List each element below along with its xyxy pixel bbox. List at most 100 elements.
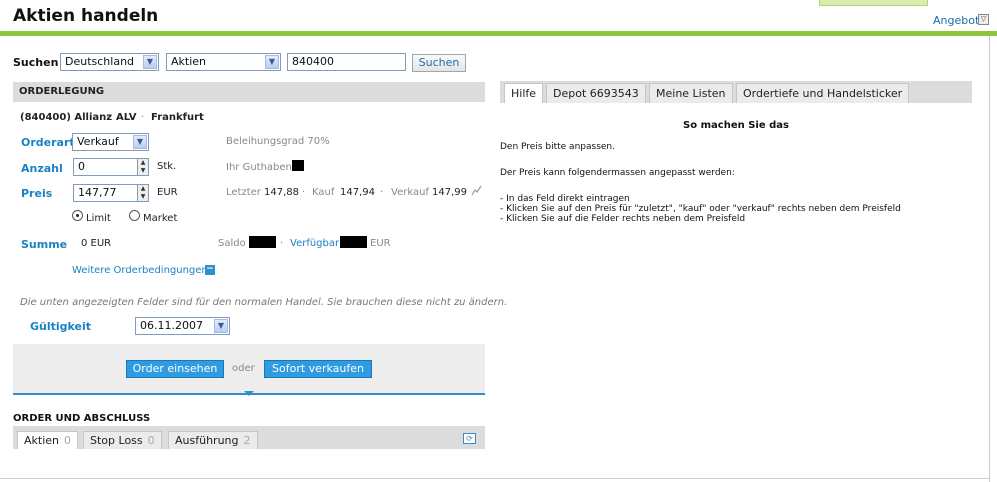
divider-caret (244, 391, 254, 396)
preis-label: Preis (21, 187, 53, 200)
orderart-label: Orderart (21, 136, 75, 149)
guthaben-redacted (292, 160, 304, 171)
tab-count: 2 (243, 434, 251, 447)
separator: · (141, 112, 145, 123)
anzahl-value: 0 (78, 160, 85, 173)
verfuegbar-label[interactable]: Verfügbar (290, 238, 339, 249)
help-bullet: - In das Feld direkt eintragen (500, 194, 630, 204)
summe-label: Summe (21, 238, 68, 251)
letzter-price[interactable]: 147,88 (264, 187, 299, 198)
tab-label: Ausführung (175, 434, 239, 447)
page-bottom-border (0, 478, 990, 479)
tab-label: Stop Loss (90, 434, 143, 447)
tab-hilfe[interactable]: Hilfe (504, 83, 544, 103)
summe-value: 0 EUR (81, 238, 112, 249)
help-bullet: - Klicken Sie auf den Preis für "zuletzt… (500, 204, 901, 214)
page-title: Aktien handeln (13, 6, 159, 26)
tab-count: 0 (64, 434, 72, 447)
header-accent-bar (0, 31, 997, 36)
verfuegbar-currency: EUR (370, 238, 391, 249)
help-title: So machen Sie das (683, 120, 789, 131)
chevron-down-icon[interactable]: ▼ (138, 193, 148, 201)
instrument-symbol: ALV (116, 112, 137, 123)
preis-value: 147,77 (78, 186, 117, 199)
tab-label: Aktien (24, 434, 60, 447)
chevron-down-icon: ▼ (133, 135, 147, 149)
right-border (989, 36, 990, 482)
separator: · (380, 187, 384, 198)
verkauf-label: Verkauf (391, 187, 429, 198)
limit-radio[interactable] (72, 210, 83, 221)
weitere-orderbedingungen-link[interactable]: Weitere Orderbedingungen (72, 265, 208, 276)
anzahl-label: Anzahl (21, 162, 63, 175)
help-bullet: - Klicken Sie auf die Felder rechts nebe… (500, 214, 746, 224)
orderart-select-value: Verkauf (77, 135, 119, 148)
verkauf-price[interactable]: 147,99 (432, 187, 467, 198)
help-line: Den Preis bitte anpassen. (500, 142, 615, 152)
chevron-down-icon: ▼ (214, 319, 228, 333)
quantity-stepper[interactable]: ▲ ▼ (137, 159, 148, 175)
help-line: Der Preis kann folgendermassen angepasst… (500, 168, 735, 178)
chevron-down-icon[interactable]: ▼ (138, 167, 148, 175)
instrument-name: (840400) Allianz (20, 112, 113, 123)
limit-label: Limit (86, 213, 111, 224)
asset-type-select[interactable]: Aktien ▼ (166, 53, 281, 71)
gueltigkeit-select[interactable]: 06.11.2007 ▼ (135, 317, 230, 335)
orderlegung-header: ORDERLEGUNG (13, 82, 485, 102)
price-stepper[interactable]: ▲ ▼ (137, 185, 148, 201)
verfuegbar-redacted (340, 236, 367, 248)
preis-currency: EUR (157, 187, 178, 198)
letzter-label: Letzter (226, 187, 261, 198)
search-input[interactable]: 840400 (287, 53, 406, 71)
tab-ausfuehrung[interactable]: Ausführung 2 (168, 431, 258, 449)
orderart-select[interactable]: Verkauf ▼ (72, 133, 149, 151)
separator: · (280, 238, 284, 249)
chart-icon[interactable] (471, 185, 482, 196)
separator: · (302, 187, 306, 198)
angebot-link[interactable]: Angebot (933, 14, 979, 27)
tab-stop-loss[interactable]: Stop Loss 0 (83, 431, 162, 449)
preis-input[interactable]: 147,77 ▲ ▼ (73, 184, 149, 202)
sofort-verkaufen-button[interactable]: Sofort verkaufen (264, 360, 372, 378)
market-radio[interactable] (129, 210, 140, 221)
country-select-value: Deutschland (65, 55, 135, 68)
abschluss-title: ORDER UND ABSCHLUSS (13, 413, 151, 424)
tab-aktien[interactable]: Aktien 0 (17, 431, 79, 449)
tab-ordertiefe[interactable]: Ordertiefe und Handelsticker (736, 83, 910, 103)
angebot-toggle-icon[interactable]: ▽ (978, 14, 989, 25)
help-panel: So machen Sie das (500, 120, 972, 131)
asset-type-select-value: Aktien (171, 55, 207, 68)
instrument-exchange: Frankfurt (151, 112, 204, 123)
stk-unit: Stk. (157, 161, 177, 172)
refresh-icon[interactable]: ⟳ (463, 433, 476, 444)
saldo-redacted (249, 236, 276, 248)
collapse-icon[interactable]: − (205, 265, 215, 275)
tab-count: 0 (147, 434, 155, 447)
chevron-down-icon: ▼ (265, 55, 279, 69)
market-label: Market (143, 213, 178, 224)
chevron-down-icon: ▼ (143, 55, 157, 69)
gueltigkeit-select-value: 06.11.2007 (140, 319, 203, 332)
anzahl-input[interactable]: 0 ▲ ▼ (73, 158, 149, 176)
top-notification-tab[interactable] (819, 0, 928, 6)
separator: · (106, 112, 110, 123)
gueltigkeit-label: Gültigkeit (30, 320, 92, 333)
search-button[interactable]: Suchen (412, 54, 466, 72)
tab-depot[interactable]: Depot 6693543 (546, 83, 646, 103)
kauf-label: Kauf (312, 187, 335, 198)
country-select[interactable]: Deutschland ▼ (60, 53, 159, 71)
tab-meine-listen[interactable]: Meine Listen (649, 83, 733, 103)
search-label: Suchen (13, 56, 59, 69)
help-body: Der Preis kann folgendermassen angepasst… (500, 168, 735, 178)
chevron-up-icon[interactable]: ▲ (138, 159, 148, 167)
guthaben-label: Ihr Guthaben (226, 162, 292, 173)
help-list: - In das Feld direkt eintragen - Klicken… (500, 194, 901, 224)
oder-text: oder (232, 363, 255, 374)
order-einsehen-button[interactable]: Order einsehen (126, 360, 224, 378)
chevron-up-icon[interactable]: ▲ (138, 185, 148, 193)
saldo-label: Saldo (218, 238, 246, 249)
kauf-price[interactable]: 147,94 (340, 187, 375, 198)
beleihungsgrad-text: Beleihungsgrad 70% (226, 136, 330, 147)
normal-handel-note: Die unten angezeigten Felder sind für de… (20, 297, 508, 308)
help-body: Den Preis bitte anpassen. (500, 142, 615, 152)
